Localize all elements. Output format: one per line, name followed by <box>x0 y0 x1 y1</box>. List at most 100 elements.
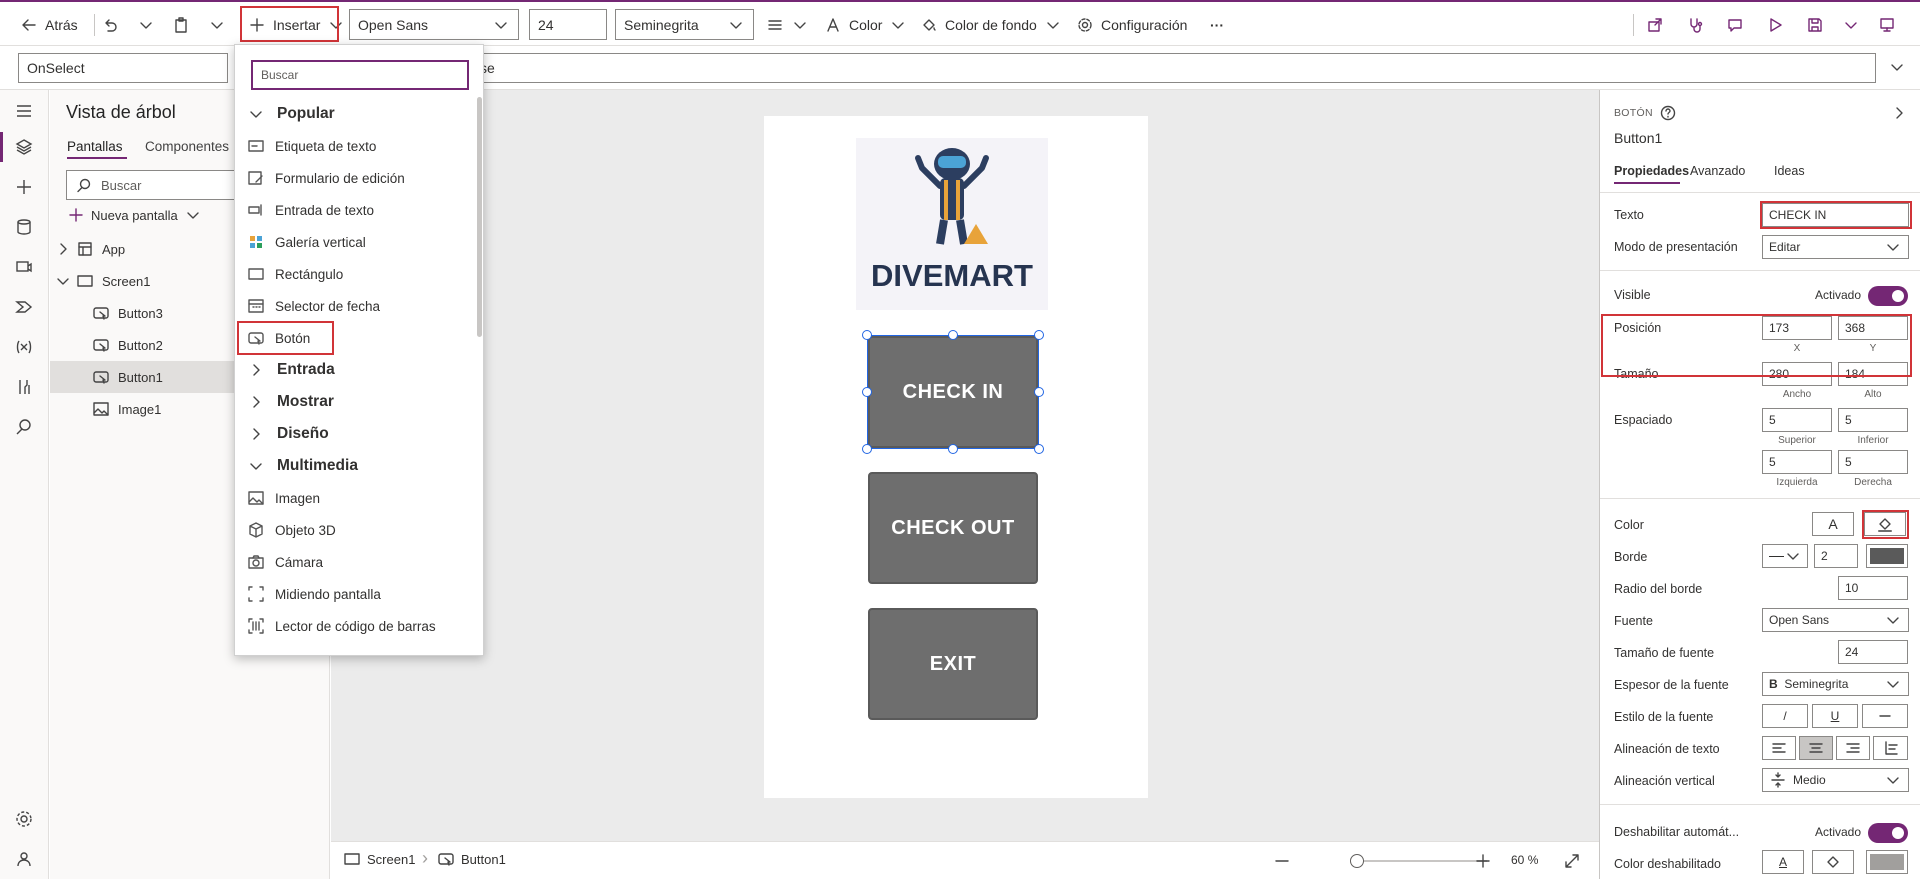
collapse-panel-button[interactable] <box>1890 104 1908 122</box>
modo-select[interactable]: Editar <box>1762 235 1909 259</box>
tab-propiedades[interactable]: Propiedades <box>1614 164 1689 178</box>
disabled-text-color-button[interactable]: A <box>1762 850 1804 874</box>
save-button[interactable] <box>1806 8 1824 42</box>
insert-search-input[interactable]: Buscar <box>251 60 469 90</box>
settings-icon[interactable] <box>13 808 35 830</box>
checker-button[interactable] <box>1686 8 1704 42</box>
visible-toggle[interactable] <box>1868 286 1908 306</box>
justify-button[interactable] <box>1873 736 1908 760</box>
property-select[interactable]: OnSelect <box>18 53 228 83</box>
menu-item-edit-form[interactable]: Formulario de edición <box>247 163 405 193</box>
check-out-button[interactable]: CHECK OUT <box>868 472 1038 584</box>
align-left-button[interactable] <box>1762 736 1796 760</box>
resize-handle[interactable] <box>862 330 872 340</box>
variables-icon[interactable] <box>13 336 35 358</box>
category-entrada[interactable]: Entrada <box>247 355 335 385</box>
align-center-button[interactable] <box>1799 736 1833 760</box>
exit-button[interactable]: EXIT <box>868 608 1038 720</box>
preview-button[interactable] <box>1766 8 1784 42</box>
resize-handle[interactable] <box>948 444 958 454</box>
font-weight-select[interactable]: Seminegrita <box>615 9 754 40</box>
texto-input[interactable]: CHECK IN <box>1762 203 1909 227</box>
padding-left-input[interactable]: 5 <box>1762 450 1832 474</box>
menu-item-rectangle[interactable]: Rectángulo <box>247 259 343 289</box>
menu-item-measuring[interactable]: Midiendo pantalla <box>247 579 381 609</box>
text-color-button[interactable]: A <box>1812 512 1854 536</box>
comments-button[interactable] <box>1726 8 1744 42</box>
resize-handle[interactable] <box>862 387 872 397</box>
resize-handle[interactable] <box>862 444 872 454</box>
tab-ideas[interactable]: Ideas <box>1774 164 1805 178</box>
menu-item-barcode[interactable]: Lector de código de barras <box>247 611 436 641</box>
font-size-input[interactable]: 24 <box>529 9 607 40</box>
breadcrumb-button1[interactable]: Button1 <box>437 850 506 868</box>
menu-item-image[interactable]: Imagen <box>247 483 320 513</box>
border-color-button[interactable] <box>1866 544 1908 568</box>
search-icon[interactable] <box>13 416 35 438</box>
x-input[interactable]: 173 <box>1762 316 1832 340</box>
align-right-button[interactable] <box>1836 736 1870 760</box>
settings-button[interactable]: Configuración <box>1076 8 1187 42</box>
bg-color-button[interactable]: Color de fondo <box>920 8 1062 42</box>
border-width-input[interactable]: 2 <box>1814 544 1858 568</box>
category-mostrar[interactable]: Mostrar <box>247 387 334 417</box>
share-button[interactable] <box>1646 8 1664 42</box>
font-select[interactable]: Open Sans <box>349 9 519 40</box>
tab-componentes[interactable]: Componentes <box>145 139 229 154</box>
media-icon[interactable] <box>13 256 35 278</box>
underline-button[interactable]: U <box>1812 704 1858 728</box>
undo-dropdown[interactable] <box>137 8 155 42</box>
align-button[interactable] <box>766 8 809 42</box>
category-popular[interactable]: Popular <box>247 99 335 129</box>
y-input[interactable]: 368 <box>1838 316 1908 340</box>
zoom-out-button[interactable] <box>1273 852 1291 870</box>
zoom-slider-thumb[interactable] <box>1350 854 1364 868</box>
divemart-logo-image[interactable]: DIVEMART <box>856 138 1048 310</box>
category-multimedia[interactable]: Multimedia <box>247 451 358 481</box>
padding-right-input[interactable]: 5 <box>1838 450 1908 474</box>
menu-item-gallery[interactable]: Galería vertical <box>247 227 366 257</box>
hamburger-icon[interactable] <box>13 100 35 122</box>
padding-bottom-input[interactable]: 5 <box>1838 408 1908 432</box>
zoom-in-button[interactable] <box>1474 852 1492 870</box>
resize-handle[interactable] <box>1034 330 1044 340</box>
account-icon[interactable] <box>13 848 35 870</box>
deshab-toggle[interactable] <box>1868 823 1908 843</box>
new-screen-button[interactable]: Nueva pantalla <box>67 206 202 224</box>
menu-item-3d-object[interactable]: Objeto 3D <box>247 515 336 545</box>
power-automate-icon[interactable] <box>13 296 35 318</box>
resize-handle[interactable] <box>948 330 958 340</box>
menu-item-camera[interactable]: Cámara <box>247 547 323 577</box>
app-screen[interactable]: DIVEMART CHECK IN CHECK OUT EXIT <box>764 116 1148 798</box>
paste-dropdown[interactable] <box>208 8 226 42</box>
padding-top-input[interactable]: 5 <box>1762 408 1832 432</box>
disabled-border-button[interactable] <box>1866 850 1908 874</box>
tab-pantallas[interactable]: Pantallas <box>67 139 123 154</box>
save-dropdown[interactable] <box>1842 8 1860 42</box>
font-family-select[interactable]: Open Sans <box>1762 608 1909 632</box>
category-diseno[interactable]: Diseño <box>247 419 329 449</box>
fit-button[interactable] <box>1563 852 1581 870</box>
disabled-fill-button[interactable] <box>1812 850 1854 874</box>
italic-button[interactable]: / <box>1762 704 1808 728</box>
resize-handle[interactable] <box>1034 444 1044 454</box>
zoom-slider-track[interactable] <box>1351 860 1487 862</box>
layers-icon[interactable] <box>13 136 35 158</box>
menu-item-button[interactable]: Botón <box>247 323 310 353</box>
border-style-select[interactable] <box>1762 544 1808 568</box>
menu-item-label[interactable]: Etiqueta de texto <box>247 131 376 161</box>
font-size-prop-input[interactable]: 24 <box>1838 640 1908 664</box>
vertical-align-select[interactable]: Medio <box>1762 768 1909 792</box>
fill-color-button[interactable] <box>1864 512 1906 536</box>
breadcrumb-screen1[interactable]: Screen1 <box>343 850 415 868</box>
help-icon[interactable] <box>1659 104 1677 122</box>
strikethrough-button[interactable] <box>1862 704 1908 728</box>
expand-formula-button[interactable] <box>1888 58 1906 76</box>
menu-item-date-picker[interactable]: Selector de fecha <box>247 291 380 321</box>
publish-button[interactable] <box>1878 8 1896 42</box>
resize-handle[interactable] <box>1034 387 1044 397</box>
menu-item-text-input[interactable]: Entrada de texto <box>247 195 374 225</box>
undo-button[interactable] <box>101 8 119 42</box>
font-weight-prop-select[interactable]: B Seminegrita <box>1762 672 1909 696</box>
check-in-button[interactable]: CHECK IN <box>868 336 1038 448</box>
